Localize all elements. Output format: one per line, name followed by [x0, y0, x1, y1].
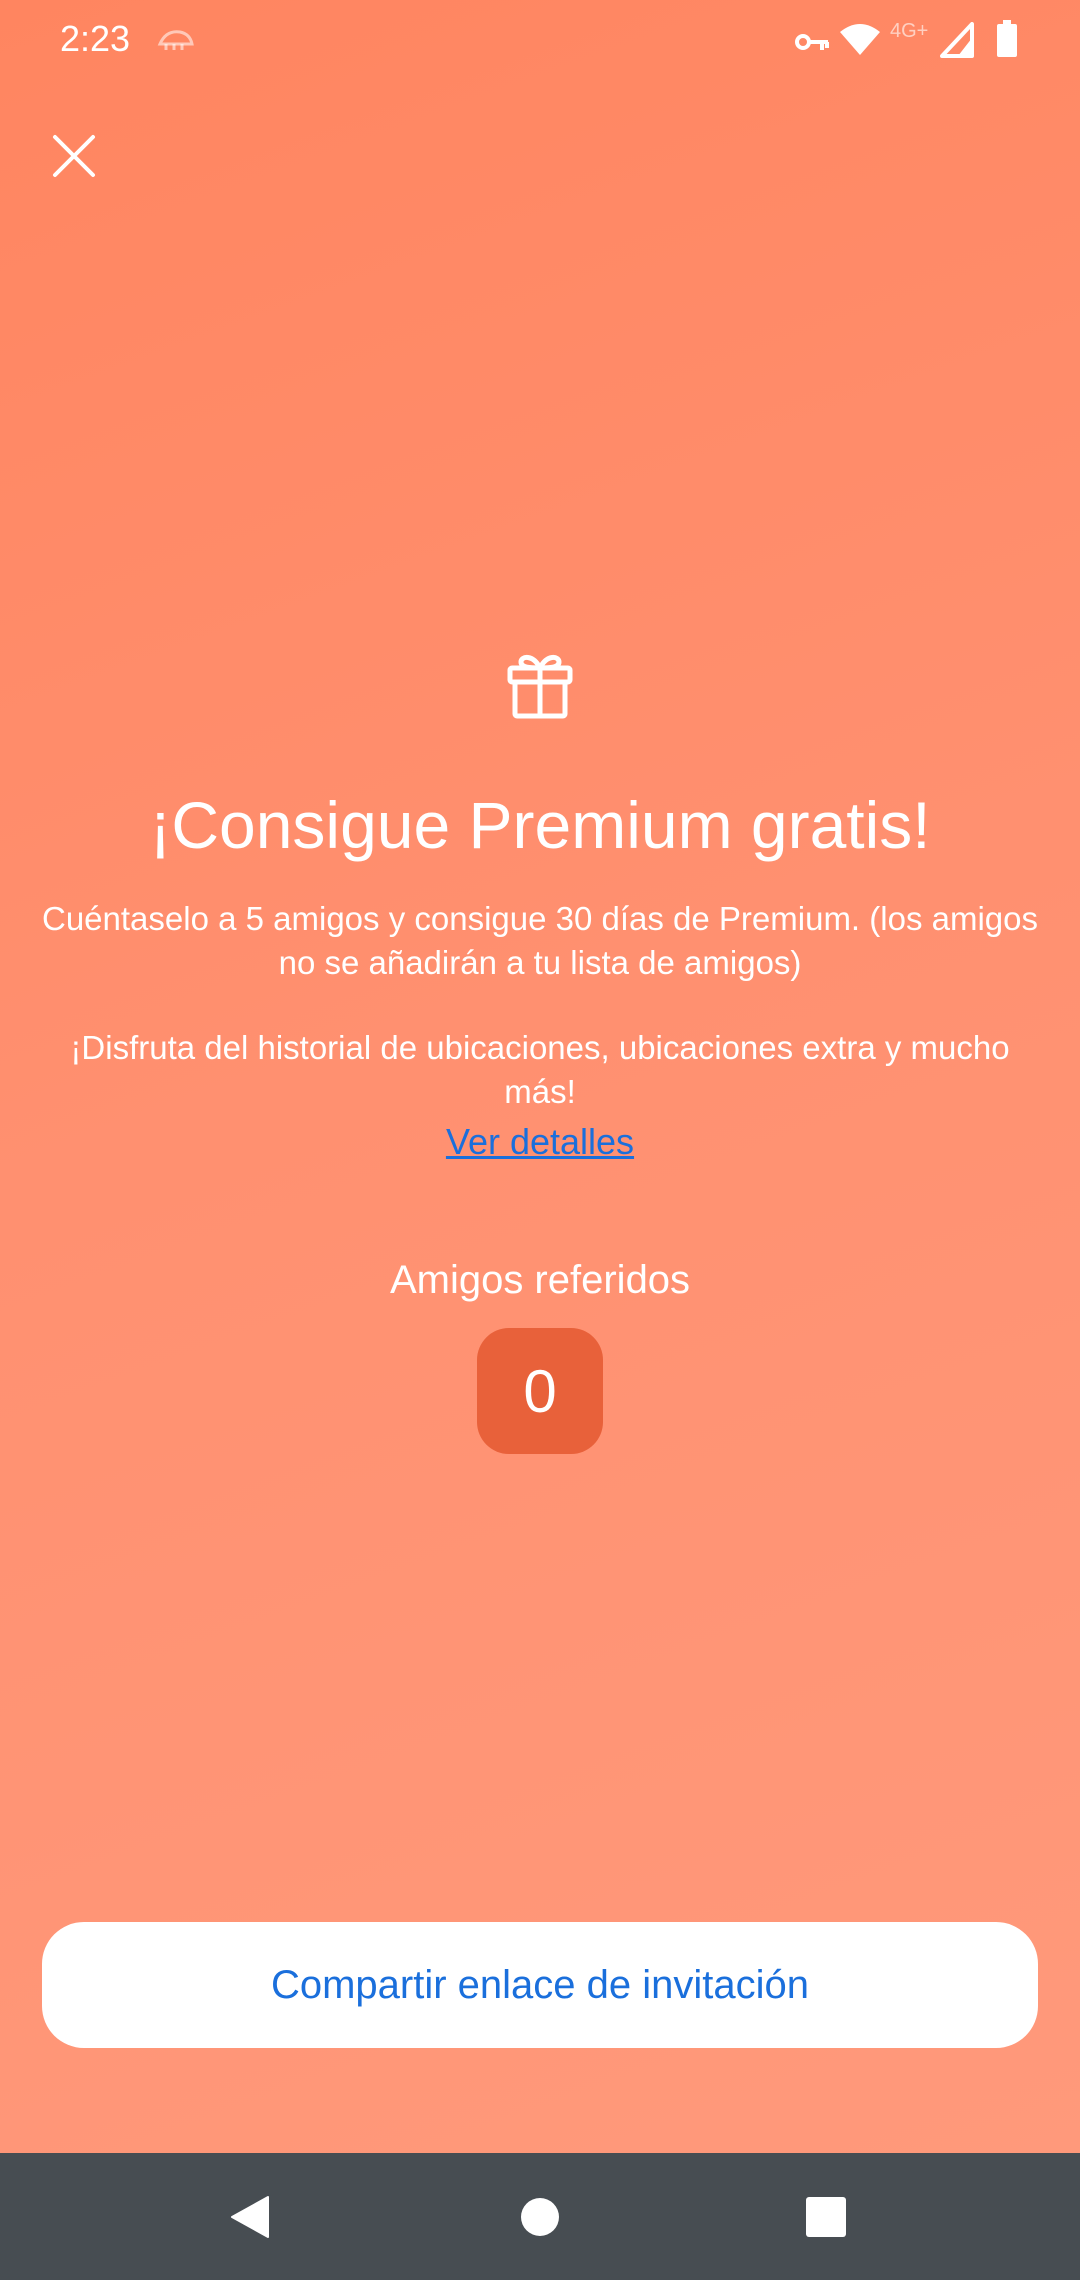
status-bar: 2:23 4G+ [0, 0, 1080, 84]
home-button[interactable] [480, 2153, 600, 2280]
recents-button[interactable] [766, 2153, 886, 2280]
home-icon [521, 2197, 559, 2236]
recents-icon [806, 2196, 846, 2237]
referred-friends-label: Amigos referidos [389, 1258, 691, 1302]
gift-icon [507, 655, 573, 719]
referred-count-badge: 0 [477, 1328, 603, 1454]
signal-icon [940, 22, 974, 58]
share-invite-link-button[interactable]: Compartir enlace de invitación [42, 1922, 1038, 2048]
notification-icon [157, 30, 194, 50]
features-description: ¡Disfruta del historial de ubicaciones, … [70, 1029, 1010, 1110]
close-button[interactable] [38, 120, 110, 192]
details-link-row: Ver detalles [0, 1116, 1080, 1168]
back-button[interactable] [190, 2153, 310, 2280]
vpn-key-icon [795, 34, 829, 50]
status-time: 2:23 [60, 18, 131, 59]
wifi-icon [840, 24, 880, 55]
battery-icon [997, 20, 1017, 57]
details-link[interactable]: Ver detalles [446, 1121, 634, 1162]
back-icon [231, 2195, 269, 2238]
offer-description: Cuéntaselo a 5 amigos y consigue 30 días… [41, 900, 1038, 981]
network-type-label: 4G+ [890, 20, 929, 42]
page-title: ¡Consigue Premium gratis! [149, 788, 931, 862]
close-icon [53, 135, 95, 177]
navigation-bar [0, 2153, 1080, 2280]
